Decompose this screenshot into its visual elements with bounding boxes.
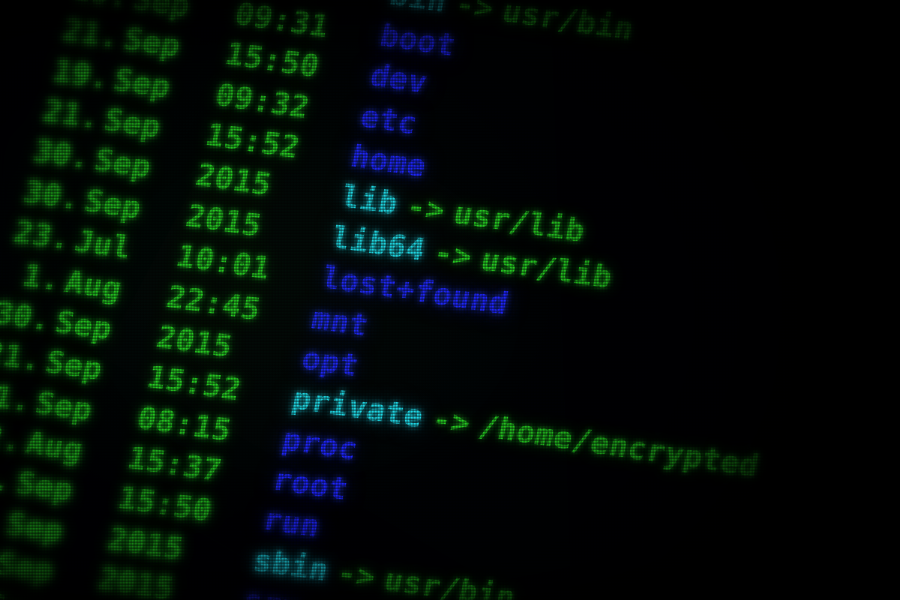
entry-size: [0, 6, 8, 32]
symlink-arrow: ->: [333, 555, 380, 596]
symlink-arrow: ->: [428, 402, 474, 443]
terminal-screen: .Sep 15:53 .. 0.Sep 2015 bin->usr/bin 19…: [0, 0, 900, 600]
terminal-photo: .Sep 15:53 .. 0.Sep 2015 bin->usr/bin 19…: [0, 0, 900, 600]
directory-listing: .Sep 15:53 .. 0.Sep 2015 bin->usr/bin 19…: [0, 0, 900, 600]
